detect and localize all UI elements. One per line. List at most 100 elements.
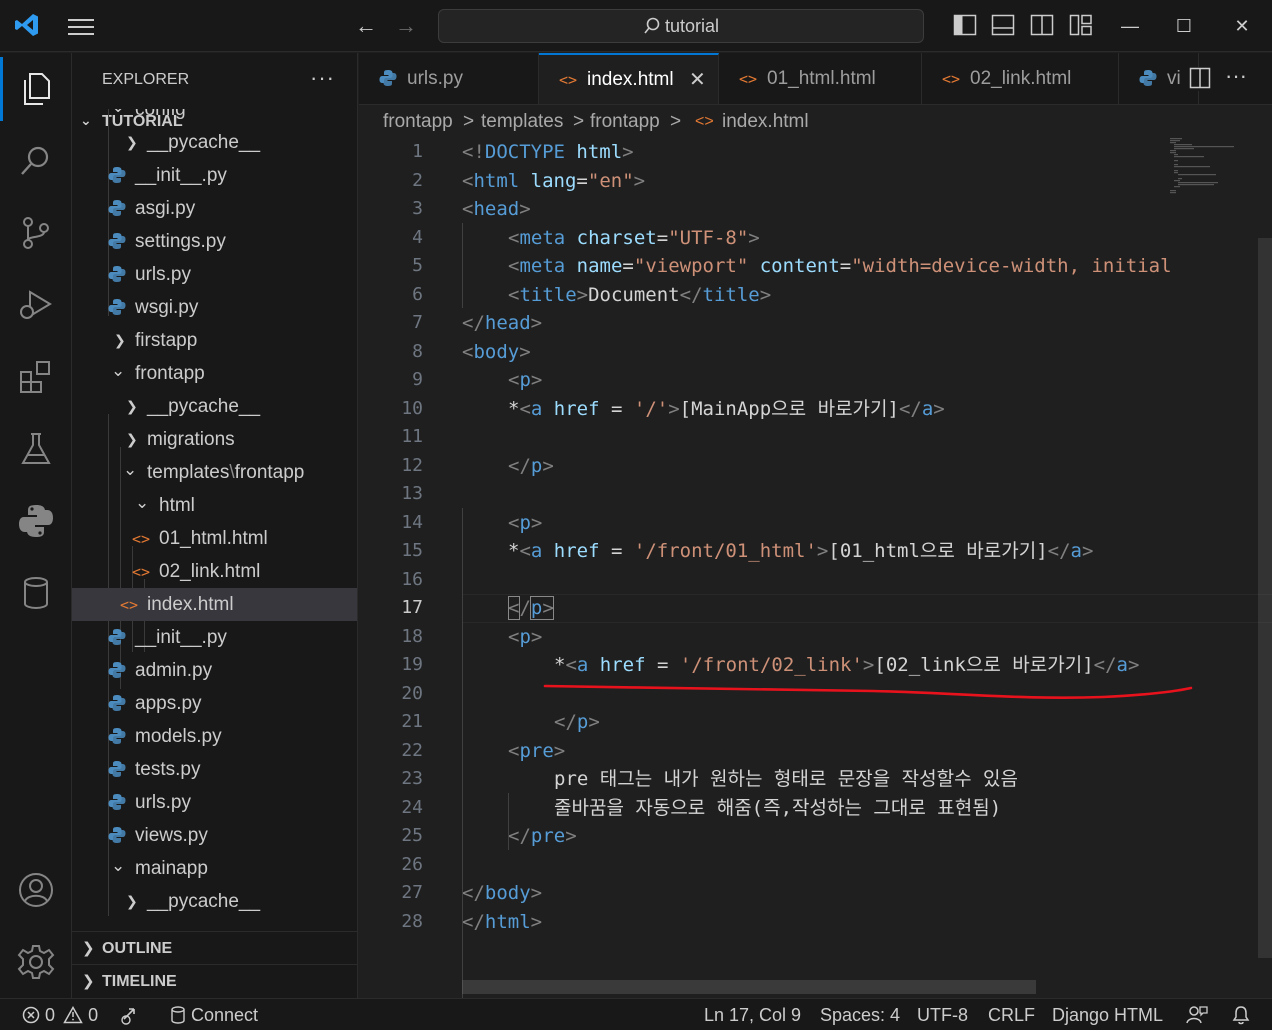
connect-label: Connect [191,1005,259,1025]
tree-file-wsgi-py[interactable]: wsgi.py [72,291,357,324]
settings-gear-icon[interactable] [0,930,72,994]
python-file-icon [108,200,126,216]
command-center-search[interactable]: tutorial [438,9,924,43]
tree-file-settings-py[interactable]: settings.py [72,225,357,258]
tree-folder-html[interactable]: ⌄ html [72,489,357,522]
toggle-panel-icon[interactable] [991,14,1017,38]
account-icon[interactable] [0,858,72,922]
tree-item-label: apps.py [135,693,202,714]
customize-layout-icon[interactable] [1069,14,1095,38]
python-file-icon [379,70,397,86]
close-window-icon[interactable]: ✕ [1224,10,1260,42]
tree-item-label: 02_link.html [159,561,261,582]
feedback-icon[interactable] [1186,999,1208,1030]
problems-indicator[interactable]: 0 0 [22,999,98,1030]
editor-more-actions-icon[interactable]: ··· [1225,63,1255,91]
tree-file-01-html-html[interactable]: <> 01_html.html [72,522,357,555]
outline-label: OUTLINE [102,940,173,957]
tab-vi[interactable]: vi [1119,53,1199,104]
tree-file-init-py[interactable]: __init__.py [72,621,357,654]
code-editor[interactable]: 1 2 3 4 5 6 7 8 9 10 11 12 13 14 15 16 17 18 19 20 21 22 23 24 2… [359,138,1272,998]
menu-icon[interactable] [66,14,96,38]
tab-02-link-html[interactable]: <> 02_link.html [922,53,1119,104]
tree-folder-config[interactable]: ⌄ config [72,109,357,126]
code-line-1: <!DOCTYPE html> [462,141,634,163]
line-number: 15 [401,540,423,561]
testing-flask-icon[interactable] [0,417,72,481]
minimap[interactable] [1162,138,1242,198]
code-line-2: <html lang="en"> [462,169,646,192]
back-arrow-icon[interactable]: ← [352,12,380,40]
tree-folder-templates[interactable]: ⌄ templates\frontapp [72,456,357,489]
tree-file-urls-py[interactable]: urls.py [72,258,357,291]
python-icon[interactable] [0,489,72,553]
python-file-icon [108,233,126,249]
vertical-scrollbar[interactable] [1258,138,1272,998]
code-line-12: </p> [508,454,554,477]
tab-index-html[interactable]: <> index.html ✕ [539,53,719,104]
tree-folder-pycache[interactable]: ❯ __pycache__ [72,885,357,918]
toggle-secondary-sidebar-icon[interactable] [1030,14,1056,38]
outline-section[interactable]: ❯ OUTLINE [72,931,357,964]
tree-folder-migrations[interactable]: ❯ migrations [72,423,357,456]
tree-file-models-py[interactable]: models.py [72,720,357,753]
timeline-section[interactable]: ❯ TIMELINE [72,964,357,997]
explorer-more-actions-icon[interactable]: ··· [310,65,335,91]
cursor-position[interactable]: Ln 17, Col 9 [704,999,801,1030]
python-file-icon [108,629,126,645]
close-tab-icon[interactable]: ✕ [689,55,706,104]
tree-file-index-html[interactable]: <> index.html [72,588,357,621]
forward-arrow-icon[interactable]: → [392,12,420,40]
code-line-21: </p> [554,711,600,733]
tree-folder-pycache[interactable]: ❯ __pycache__ [72,390,357,423]
extensions-icon[interactable] [0,345,72,409]
tab-01-html-html[interactable]: <> 01_html.html [719,53,922,104]
split-editor-icon[interactable] [1189,67,1213,91]
tree-item-label: __pycache__ [147,891,261,912]
tree-item-label: __init__.py [135,165,227,186]
breadcrumb-frontapp-2[interactable]: frontapp [590,106,660,138]
explorer-icon[interactable] [0,57,72,121]
breadcrumb-frontapp[interactable]: frontapp [383,106,453,138]
source-control-icon[interactable] [0,201,72,265]
tree-file-admin-py[interactable]: admin.py [72,654,357,687]
language-mode[interactable]: Django HTML [1052,999,1163,1030]
run-debug-icon[interactable] [0,273,72,337]
encoding[interactable]: UTF-8 [917,999,968,1030]
tree-file-init-py[interactable]: __init__.py [72,159,357,192]
python-file-icon [108,299,126,315]
end-of-line[interactable]: CRLF [988,999,1035,1030]
tree-file-02-link-html[interactable]: <> 02_link.html [72,555,357,588]
minimize-icon[interactable]: — [1112,10,1148,42]
tree-file-apps-py[interactable]: apps.py [72,687,357,720]
breadcrumb-index-html[interactable]: index.html [722,106,809,138]
toggle-primary-sidebar-icon[interactable] [953,14,979,38]
tree-folder-mainapp[interactable]: ⌄ mainapp [72,852,357,885]
tree-file-asgi-py[interactable]: asgi.py [72,192,357,225]
tree-file-tests-py[interactable]: tests.py [72,753,357,786]
code-line-24: 줄바꿈을 자동으로 해줌(즉,작성하는 그대로 표현됨) [554,796,1002,819]
tab-urls-py[interactable]: urls.py [359,53,539,104]
code-line-7: </head> [462,312,543,334]
tree-file-views-py[interactable]: views.py [72,819,357,852]
tree-item-label: templates\frontapp [147,462,305,483]
breadcrumb-templates[interactable]: templates [481,106,563,138]
scrollbar-thumb[interactable] [1258,238,1272,958]
code-line-15: *<a href = '/front/01_html'>[01_html으로 바… [508,540,1094,562]
database-icon[interactable] [0,561,72,625]
horizontal-scrollbar[interactable] [462,980,1036,994]
chevron-right-icon: ❯ [126,134,138,150]
tree-folder-firstapp[interactable]: ❯ firstapp [72,324,357,357]
tree-folder-frontapp[interactable]: ⌄ frontapp [72,357,357,390]
breadcrumb-separator: > [573,111,585,132]
connect-button[interactable]: Connect [170,999,258,1030]
tree-folder-pycache[interactable]: ❯ __pycache__ [72,126,357,159]
tree-file-urls-py[interactable]: urls.py [72,786,357,819]
indentation[interactable]: Spaces: 4 [820,999,900,1030]
search-icon[interactable] [0,129,72,193]
tree-item-label: html [159,495,195,516]
maximize-icon[interactable]: ☐ [1166,10,1202,42]
port-forward-icon[interactable] [120,999,142,1030]
notifications-bell-icon[interactable] [1232,999,1250,1030]
line-number: 12 [401,454,423,476]
